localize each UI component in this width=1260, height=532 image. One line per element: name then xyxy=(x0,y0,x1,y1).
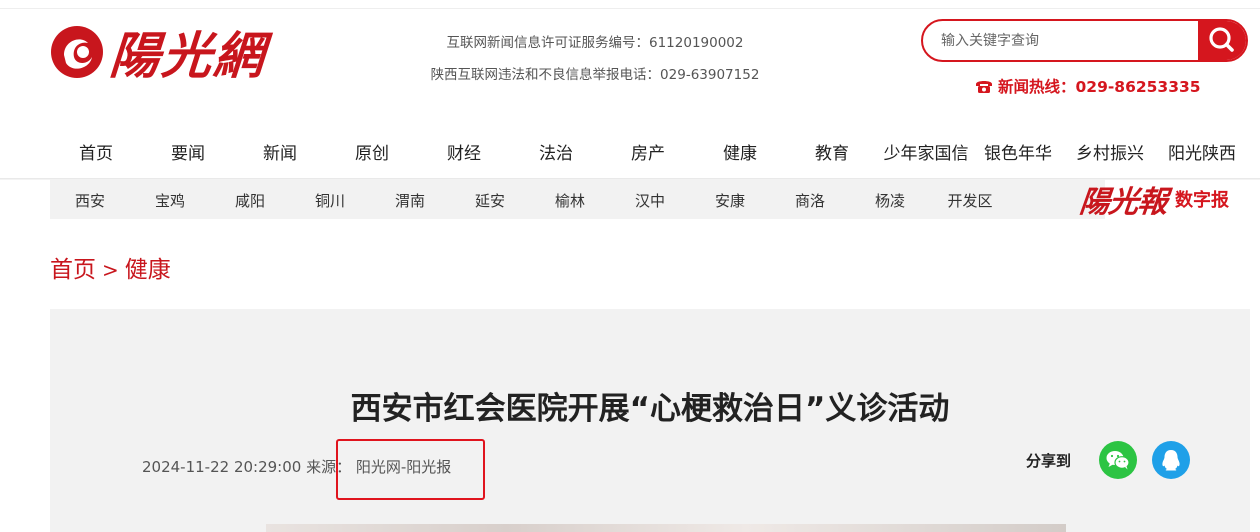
region-item[interactable]: 商洛 xyxy=(770,190,850,211)
nav-item-finance[interactable]: 财经 xyxy=(418,139,510,164)
region-nav: 西安 宝鸡 咸阳 铜川 渭南 延安 榆林 汉中 安康 商洛 杨凌 开发区 xyxy=(50,179,1105,219)
top-border xyxy=(0,0,1260,9)
region-item[interactable]: 杨凌 xyxy=(850,190,930,211)
region-item[interactable]: 榆林 xyxy=(530,190,610,211)
region-item[interactable]: 延安 xyxy=(450,190,530,211)
region-item[interactable]: 安康 xyxy=(690,190,770,211)
breadcrumb-home[interactable]: 首页 xyxy=(50,257,96,283)
hotline-text: 新闻热线：029-86253335 xyxy=(998,78,1201,96)
nav-item-law[interactable]: 法治 xyxy=(510,139,602,164)
nav-item-youth[interactable]: 少年家国信 xyxy=(878,139,974,164)
region-item[interactable]: 开发区 xyxy=(930,190,1010,211)
search-input[interactable] xyxy=(923,21,1211,60)
site-logo[interactable]: 陽光網 xyxy=(50,22,268,85)
phone-icon xyxy=(976,81,992,93)
publish-datetime: 2024-11-22 20:29:00 xyxy=(142,458,302,476)
search-icon xyxy=(1209,27,1234,52)
region-item[interactable]: 铜川 xyxy=(290,190,370,211)
digital-paper-logo: 陽光報 xyxy=(1077,185,1169,220)
breadcrumb-current[interactable]: 健康 xyxy=(125,257,171,283)
logo-text: 陽光網 xyxy=(107,26,268,85)
breadcrumb-separator: > xyxy=(102,258,119,282)
search-button[interactable] xyxy=(1198,21,1246,60)
qq-icon xyxy=(1162,450,1180,471)
nav-item-home[interactable]: 首页 xyxy=(50,139,142,164)
nav-item-education[interactable]: 教育 xyxy=(786,139,878,164)
region-item[interactable]: 西安 xyxy=(50,190,130,211)
nav-item-silver-age[interactable]: 银色年华 xyxy=(972,139,1064,164)
region-item[interactable]: 汉中 xyxy=(610,190,690,211)
article-panel: 西安市红会医院开展“心梗救治日”义诊活动 2024-11-22 20:29:00… xyxy=(50,309,1250,532)
region-item[interactable]: 渭南 xyxy=(370,190,450,211)
nav-item-rural[interactable]: 乡村振兴 xyxy=(1064,139,1156,164)
license-number: 互联网新闻信息许可证服务编号：61120190002 xyxy=(446,35,744,51)
share-qq-button[interactable] xyxy=(1152,441,1190,479)
source-highlight-box xyxy=(336,439,485,500)
nav-item-news[interactable]: 新闻 xyxy=(234,139,326,164)
digital-paper-label: 数字报 xyxy=(1175,190,1229,211)
report-phone: 陕西互联网违法和不良信息举报电话：029-63907152 xyxy=(430,67,760,83)
breadcrumb: 首页 > 健康 xyxy=(50,250,171,284)
region-item[interactable]: 咸阳 xyxy=(210,190,290,211)
share-wechat-button[interactable] xyxy=(1099,441,1137,479)
search-box xyxy=(921,19,1248,62)
digital-paper-link[interactable]: 陽光報 数字报 xyxy=(1077,177,1255,221)
region-item[interactable]: 宝鸡 xyxy=(130,190,210,211)
article-image xyxy=(266,524,1066,532)
sun-logo-icon xyxy=(51,26,103,78)
share-label: 分享到 xyxy=(1026,452,1072,470)
news-hotline: 新闻热线：029-86253335 xyxy=(974,75,1201,97)
nav-item-headlines[interactable]: 要闻 xyxy=(142,139,234,164)
nav-item-original[interactable]: 原创 xyxy=(326,139,418,164)
article-title: 西安市红会医院开展“心梗救治日”义诊活动 xyxy=(350,391,950,427)
nav-item-property[interactable]: 房产 xyxy=(602,139,694,164)
wechat-icon xyxy=(1106,451,1130,470)
nav-item-health[interactable]: 健康 xyxy=(694,139,786,164)
main-nav: 首页 要闻 新闻 原创 财经 法治 房产 健康 教育 少年家国信 银色年华 乡村… xyxy=(50,139,1250,164)
nav-item-sunshine-shaanxi[interactable]: 阳光陕西 xyxy=(1156,139,1248,164)
